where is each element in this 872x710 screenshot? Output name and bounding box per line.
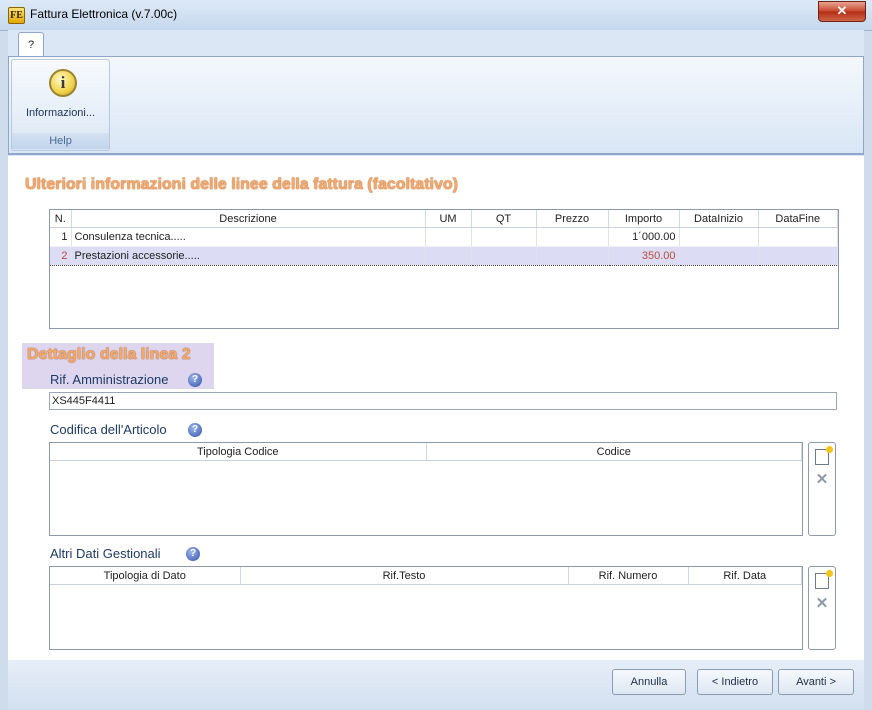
codifica-grid[interactable]: Tipologia Codice Codice	[49, 442, 803, 536]
altri-dati-label: Altri Dati Gestionali	[50, 546, 161, 561]
col-header-datafine[interactable]: DataFine	[758, 210, 838, 228]
delete-icon: ✕	[815, 471, 829, 488]
delete-row-button[interactable]: ✕	[813, 595, 831, 613]
rif-amministrazione-field[interactable]: XS445F4411	[49, 392, 837, 410]
delete-row-button[interactable]: ✕	[813, 471, 831, 489]
cell-n[interactable]: 2	[50, 246, 72, 266]
delete-icon: ✕	[815, 595, 829, 612]
altri-dati-grid[interactable]: Tipologia di Dato Rif.Testo Rif. Numero …	[49, 566, 803, 650]
info-icon: i	[49, 69, 77, 97]
col-header-rif-testo[interactable]: Rif.Testo	[240, 567, 569, 585]
col-header-importo[interactable]: Importo	[608, 210, 680, 228]
col-header-descrizione[interactable]: Descrizione	[71, 210, 426, 228]
altri-dati-header-row: Tipologia di Dato Rif.Testo Rif. Numero …	[50, 567, 802, 585]
indietro-button[interactable]: < Indietro	[697, 669, 773, 695]
cell-prezzo[interactable]	[536, 246, 609, 266]
detail-heading: Dettaglio della linea 2	[27, 346, 191, 363]
cell-datafine[interactable]	[758, 246, 838, 266]
new-row-button[interactable]	[813, 446, 833, 465]
table-row[interactable]: 1 Consulenza tecnica..... 1´000.00	[50, 227, 838, 247]
cell-qt[interactable]	[471, 246, 537, 266]
main-content: Ulteriori informazioni delle linee della…	[8, 156, 864, 660]
cell-importo[interactable]: 1´000.00	[608, 227, 680, 247]
col-header-rif-numero[interactable]: Rif. Numero	[568, 567, 689, 585]
ribbon-group-label: Help	[12, 133, 109, 149]
col-header-qt[interactable]: QT	[471, 210, 537, 228]
lines-grid[interactable]: N. Descrizione UM QT Prezzo Importo Data…	[49, 209, 839, 329]
lines-table: N. Descrizione UM QT Prezzo Importo Data…	[50, 210, 838, 266]
cell-um[interactable]	[425, 227, 472, 247]
col-header-tipologia-dato[interactable]: Tipologia di Dato	[50, 567, 241, 585]
altri-dati-table: Tipologia di Dato Rif.Testo Rif. Numero …	[50, 567, 802, 585]
cell-datainizio[interactable]	[679, 246, 759, 266]
annulla-button[interactable]: Annulla	[612, 669, 686, 695]
cell-prezzo[interactable]	[536, 227, 609, 247]
col-header-um[interactable]: UM	[425, 210, 472, 228]
col-header-tipologia-codice[interactable]: Tipologia Codice	[50, 443, 427, 461]
cell-importo[interactable]: 350.00	[608, 246, 680, 266]
informazioni-button[interactable]: i Informazioni...	[15, 63, 106, 125]
ribbon-tab-help[interactable]: ?	[18, 32, 44, 57]
codifica-label: Codifica dell'Articolo	[50, 422, 167, 437]
col-header-codice[interactable]: Codice	[426, 443, 802, 461]
cell-datafine[interactable]	[758, 227, 838, 247]
rif-amministrazione-label: Rif. Amministrazione	[50, 372, 169, 387]
help-icon[interactable]: ?	[186, 547, 200, 561]
cell-descrizione[interactable]: Consulenza tecnica.....	[71, 227, 426, 247]
col-header-n[interactable]: N.	[50, 210, 72, 228]
codifica-table: Tipologia Codice Codice	[50, 443, 802, 461]
ribbon: ? i Informazioni... Help	[8, 30, 864, 156]
cell-descrizione[interactable]: Prestazioni accessorie.....	[71, 246, 426, 266]
new-row-button[interactable]	[813, 570, 833, 589]
app-icon: FE	[8, 7, 25, 24]
codifica-actions-panel: ✕	[808, 442, 836, 536]
cell-n[interactable]: 1	[50, 227, 72, 247]
informazioni-label: Informazioni...	[25, 107, 96, 119]
window-title: Fattura Elettronica (v.7.00c)	[30, 7, 178, 21]
lines-header-row: N. Descrizione UM QT Prezzo Importo Data…	[50, 210, 838, 228]
new-document-icon	[815, 570, 833, 589]
ribbon-body: i Informazioni... Help	[8, 56, 864, 155]
cell-um[interactable]	[425, 246, 472, 266]
footer-bar: Annulla < Indietro Avanti >	[8, 660, 864, 710]
section-heading: Ulteriori informazioni delle linee della…	[25, 176, 458, 193]
cell-datainizio[interactable]	[679, 227, 759, 247]
col-header-prezzo[interactable]: Prezzo	[536, 210, 609, 228]
table-row-selected[interactable]: 2 Prestazioni accessorie..... 350.00	[50, 246, 838, 266]
help-icon[interactable]: ?	[188, 373, 202, 387]
codifica-header-row: Tipologia Codice Codice	[50, 443, 802, 461]
cell-qt[interactable]	[471, 227, 537, 247]
altri-dati-actions-panel: ✕	[808, 566, 836, 650]
new-document-icon	[815, 446, 833, 465]
col-header-rif-data[interactable]: Rif. Data	[688, 567, 802, 585]
col-header-datainizio[interactable]: DataInizio	[679, 210, 759, 228]
window-titlebar: FE Fattura Elettronica (v.7.00c) ✕	[0, 0, 872, 31]
avanti-button[interactable]: Avanti >	[778, 669, 854, 695]
close-button[interactable]: ✕	[818, 1, 866, 22]
help-icon[interactable]: ?	[188, 423, 202, 437]
ribbon-group-help: i Informazioni... Help	[11, 59, 110, 151]
